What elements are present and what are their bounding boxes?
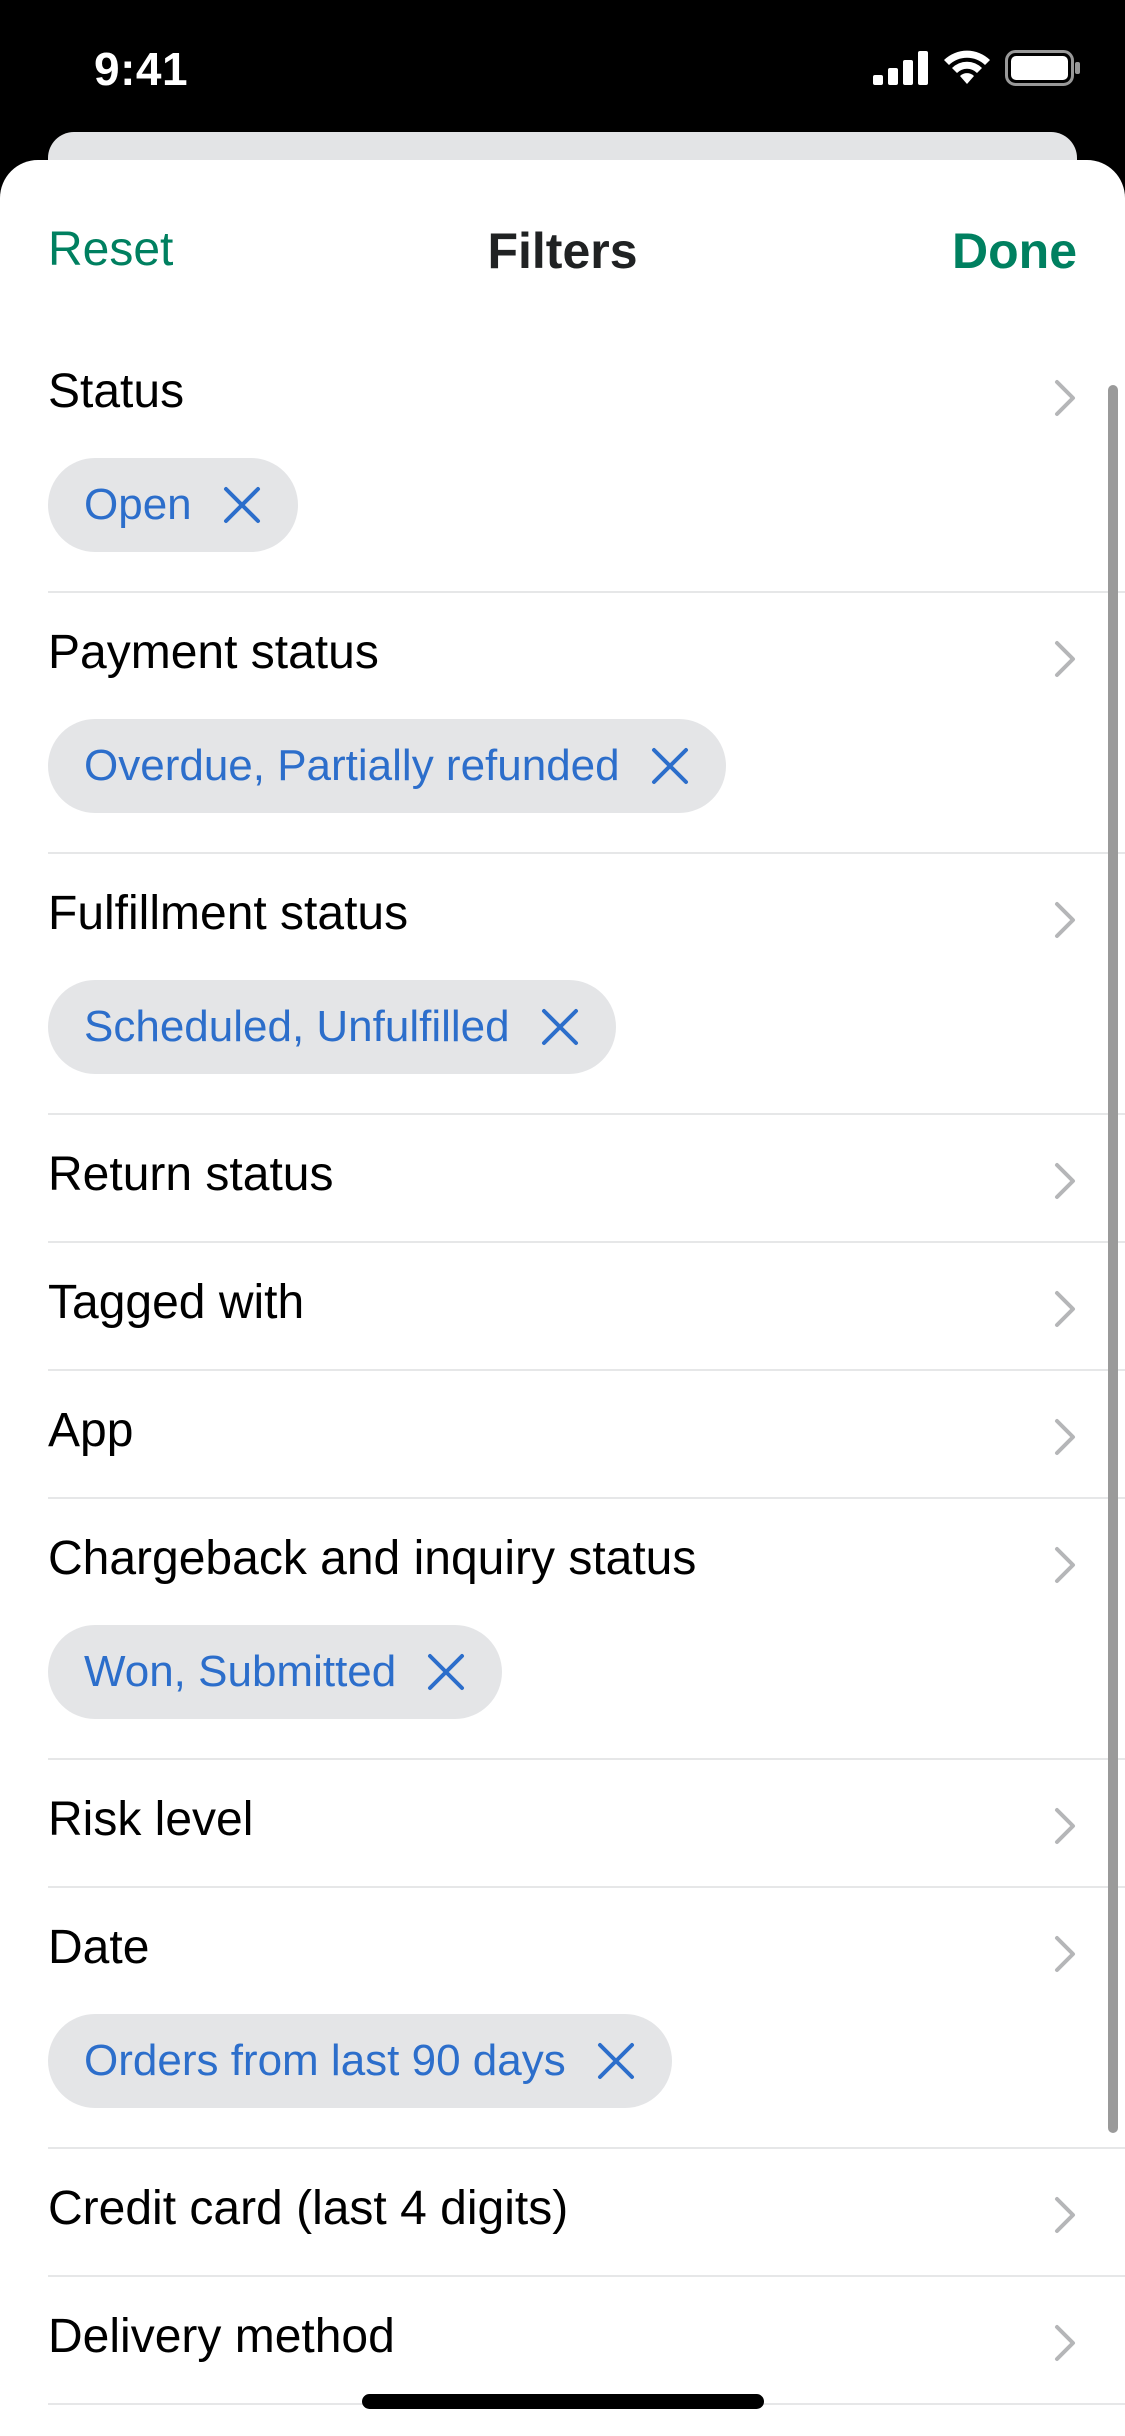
filter-chip-label: Orders from last 90 days [84,2036,566,2085]
filter-row-header[interactable]: Credit card (last 4 digits) [48,2149,1125,2275]
chevron-right-icon [1053,1545,1077,1585]
wifi-icon [944,50,990,84]
filter-row-tagged-with[interactable]: Tagged with [48,1243,1125,1371]
filter-row-payment-status[interactable]: Payment status Overdue, Partially refunde… [48,593,1125,854]
filter-label: Return status [48,1148,334,1201]
status-time: 9:41 [94,43,189,95]
phone-screen: 9:41 Reset Filters Done Status Open Paym… [0,0,1125,2436]
chevron-right-icon [1053,2323,1077,2363]
chevron-right-icon [1053,2195,1077,2235]
filter-row-delivery-method[interactable]: Delivery method [48,2277,1125,2405]
done-button[interactable]: Done [952,222,1077,280]
filter-chip-label: Overdue, Partially refunded [84,741,620,790]
cellular-signal-icon [873,51,928,85]
filter-list: Status Open Payment status Overdue, Partial… [0,332,1125,2436]
filter-row-risk-level[interactable]: Risk level [48,1760,1125,1888]
filter-row-header[interactable]: Return status [48,1115,1125,1241]
close-icon[interactable] [596,2041,636,2081]
filter-row-shopify-protect[interactable]: Shopify Protect [48,2405,1125,2436]
filter-label: Status [48,365,185,418]
filter-label: Risk level [48,1793,254,1846]
filter-row-header[interactable]: Payment status [48,593,1125,719]
chevron-right-icon [1053,900,1077,940]
filter-row-header[interactable]: App [48,1371,1125,1497]
chevron-right-icon [1053,1161,1077,1201]
scrollbar[interactable] [1108,385,1118,2133]
status-icons [873,50,1081,86]
chevron-right-icon [1053,639,1077,679]
filter-row-return-status[interactable]: Return status [48,1115,1125,1243]
filter-label: Date [48,1921,150,1974]
filter-row-header[interactable]: Status [48,332,1125,458]
filter-row-header[interactable]: Tagged with [48,1243,1125,1369]
filter-chip[interactable]: Orders from last 90 days [48,2014,672,2108]
filter-chip[interactable]: Overdue, Partially refunded [48,719,726,813]
filter-row-header[interactable]: Shopify Protect [48,2405,1125,2436]
close-icon[interactable] [650,746,690,786]
filter-row-fulfillment-status[interactable]: Fulfillment status Scheduled, Unfulfilled [48,854,1125,1115]
filter-row-header[interactable]: Date [48,1888,1125,2014]
filter-chip-label: Scheduled, Unfulfilled [84,1002,510,1051]
filter-row-header[interactable]: Delivery method [48,2277,1125,2403]
chip-container: Scheduled, Unfulfilled [48,980,1125,1113]
filter-row-header[interactable]: Risk level [48,1760,1125,1886]
filter-row-header[interactable]: Chargeback and inquiry status [48,1499,1125,1625]
filter-row-credit-card-last-4-digits[interactable]: Credit card (last 4 digits) [48,2149,1125,2277]
chip-container: Won, Submitted [48,1625,1125,1758]
chevron-right-icon [1053,1806,1077,1846]
chip-container: Open [48,458,1125,591]
chip-container: Orders from last 90 days [48,2014,1125,2147]
filter-label: Fulfillment status [48,887,409,940]
filter-label: Tagged with [48,1276,305,1329]
filter-chip[interactable]: Won, Submitted [48,1625,503,1719]
sheet-header: Reset Filters Done [0,160,1125,332]
filter-label: App [48,1404,134,1457]
home-indicator [362,2394,764,2409]
chip-container: Overdue, Partially refunded [48,719,1125,852]
battery-icon [1005,50,1080,86]
filter-row-status[interactable]: Status Open [48,332,1125,593]
filter-label: Chargeback and inquiry status [48,1532,697,1585]
filter-row-app[interactable]: App [48,1371,1125,1499]
filter-row-date[interactable]: Date Orders from last 90 days [48,1888,1125,2149]
close-icon[interactable] [426,1652,466,1692]
close-icon[interactable] [222,485,262,525]
filter-label: Payment status [48,626,379,679]
filter-chip[interactable]: Open [48,458,298,552]
filter-chip[interactable]: Scheduled, Unfulfilled [48,980,616,1074]
filter-row-header[interactable]: Fulfillment status [48,854,1125,980]
chevron-right-icon [1053,1417,1077,1457]
filter-label: Delivery method [48,2310,395,2363]
chevron-right-icon [1053,1934,1077,1974]
filter-row-chargeback-and-inquiry-status[interactable]: Chargeback and inquiry status Won, Submit… [48,1499,1125,1760]
status-bar: 9:41 [0,0,1125,140]
chevron-right-icon [1053,378,1077,418]
filter-chip-label: Open [84,480,192,529]
close-icon[interactable] [540,1007,580,1047]
filters-sheet: Reset Filters Done Status Open Payment sta… [0,160,1125,2436]
filter-label: Credit card (last 4 digits) [48,2182,569,2235]
chevron-right-icon [1053,1289,1077,1329]
filter-chip-label: Won, Submitted [84,1647,397,1696]
